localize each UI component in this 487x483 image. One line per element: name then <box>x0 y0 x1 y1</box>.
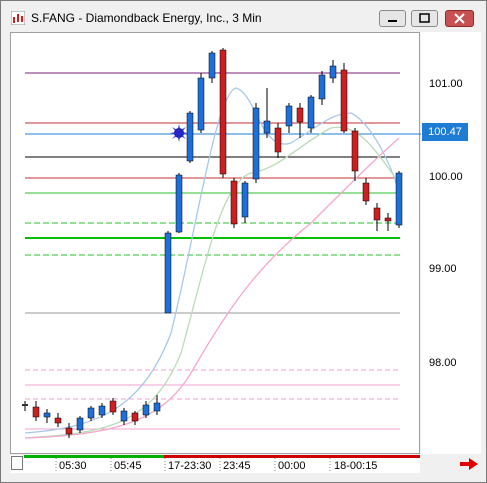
candle <box>208 52 216 79</box>
candle <box>318 74 326 100</box>
candle <box>351 130 359 172</box>
price-chart <box>22 48 421 439</box>
candles <box>22 48 403 438</box>
candle <box>340 69 348 132</box>
window-title: S.FANG - Diamondback Energy, Inc., 3 Min <box>31 11 262 25</box>
x-tick-label: 05:45 <box>114 460 142 472</box>
chart-window: S.FANG - Diamondback Energy, Inc., 3 Min <box>0 0 487 483</box>
y-tick-label: 98.00 <box>429 357 457 369</box>
maximize-button[interactable] <box>411 10 438 27</box>
candle <box>329 65 337 79</box>
y-tick-label: 100.00 <box>429 171 463 183</box>
ma-fast <box>24 87 400 434</box>
candle <box>120 410 128 422</box>
candle <box>307 96 315 129</box>
candle <box>197 77 205 131</box>
corner-box[interactable] <box>11 456 23 470</box>
candle <box>274 127 282 153</box>
candle <box>142 404 150 416</box>
starburst-marker-icon <box>170 124 188 142</box>
candle <box>373 207 381 221</box>
candle <box>43 412 51 418</box>
close-icon <box>454 13 465 24</box>
candle <box>241 182 249 218</box>
candle <box>131 412 139 422</box>
candle <box>175 174 183 233</box>
candle <box>54 417 62 424</box>
chart-plot-area[interactable] <box>10 32 421 454</box>
ma-medium <box>24 126 400 439</box>
y-tick-label: 101.00 <box>429 78 463 90</box>
candle <box>252 107 260 180</box>
candle <box>296 107 304 123</box>
x-tick-label: 17-23:30 <box>168 460 212 472</box>
candle <box>98 405 106 416</box>
close-button[interactable] <box>445 10 474 27</box>
x-tick-label: 00:00 <box>278 460 306 472</box>
ma-slow <box>24 137 400 439</box>
candle <box>109 400 117 413</box>
x-tick-label: 18-00:15 <box>334 460 378 472</box>
candle <box>65 427 73 435</box>
x-tick-label: 23:45 <box>223 460 251 472</box>
red-right-arrow-icon[interactable] <box>459 457 479 471</box>
candle <box>219 49 227 175</box>
x-tick-label: 05:30 <box>59 460 87 472</box>
candle <box>395 172 403 226</box>
candle <box>362 182 370 202</box>
chart-app-icon <box>11 11 25 25</box>
candle <box>32 406 40 418</box>
price-axis[interactable] <box>421 32 481 454</box>
candle <box>384 217 392 222</box>
candle <box>22 404 28 406</box>
candle <box>87 407 95 419</box>
minimize-icon <box>388 20 397 22</box>
current-price-badge: 100.47 <box>422 123 468 141</box>
candle <box>263 120 271 134</box>
y-tick-label: 99.00 <box>429 263 457 275</box>
candle <box>285 105 293 127</box>
candle <box>164 232 172 314</box>
candle <box>230 180 238 225</box>
candle <box>153 402 161 412</box>
candle <box>186 112 194 162</box>
title-bar[interactable]: S.FANG - Diamondback Energy, Inc., 3 Min <box>1 1 486 31</box>
minimize-button[interactable] <box>379 10 406 27</box>
candle <box>76 417 84 431</box>
maximize-icon <box>419 13 430 23</box>
